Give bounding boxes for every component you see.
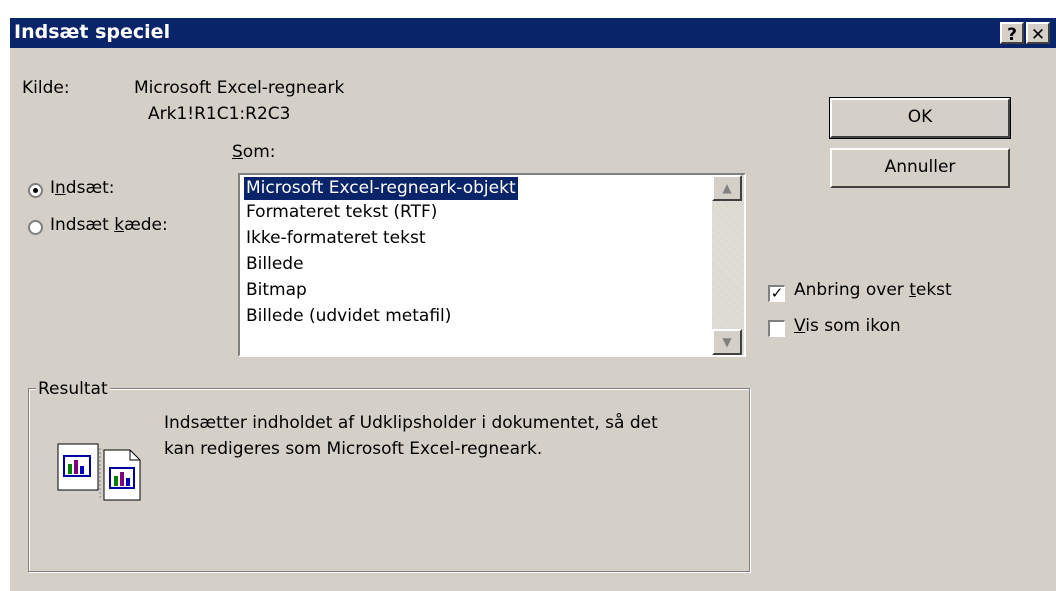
list-scrollbar[interactable]: ▲ ▼ bbox=[712, 175, 744, 355]
radio-selected-dot bbox=[33, 188, 38, 193]
title-bar[interactable]: Indsæt speciel ? ✕ bbox=[10, 18, 1056, 48]
paste-link-radio-label[interactable]: Indsæt kæde: bbox=[50, 215, 168, 235]
list-item[interactable]: Formateret tekst (RTF) bbox=[244, 201, 439, 224]
as-label: Som: bbox=[232, 142, 276, 162]
scroll-up-icon[interactable]: ▲ bbox=[712, 175, 742, 201]
close-button[interactable]: ✕ bbox=[1026, 22, 1050, 45]
paste-link-radio[interactable] bbox=[28, 220, 43, 235]
paste-special-dialog: Indsæt speciel ? ✕ Kilde: Microsoft Exce… bbox=[8, 16, 1056, 591]
source-range: Ark1!R1C1:R2C3 bbox=[148, 104, 291, 124]
source-label: Kilde: bbox=[22, 78, 70, 98]
scroll-down-icon[interactable]: ▼ bbox=[712, 329, 742, 355]
dialog-title: Indsæt speciel bbox=[14, 21, 171, 43]
list-item[interactable]: Billede bbox=[244, 253, 306, 276]
result-legend: Resultat bbox=[36, 379, 110, 399]
display-as-icon-checkbox[interactable] bbox=[768, 320, 785, 337]
ok-button[interactable]: OK bbox=[829, 97, 1011, 139]
result-description-line2: kan redigeres som Microsoft Excel-regnea… bbox=[164, 439, 543, 459]
float-over-text-checkbox[interactable]: ✓ bbox=[768, 285, 785, 302]
list-item[interactable]: Bitmap bbox=[244, 279, 309, 302]
source-name: Microsoft Excel-regneark bbox=[134, 78, 345, 98]
list-item[interactable]: Billede (udvidet metafil) bbox=[244, 305, 453, 328]
format-listbox[interactable]: Microsoft Excel-regneark-objekt Formater… bbox=[238, 173, 746, 357]
paste-result-icon bbox=[57, 443, 141, 501]
cancel-button[interactable]: Annuller bbox=[830, 148, 1010, 188]
display-as-icon-label[interactable]: Vis som ikon bbox=[794, 316, 901, 336]
list-item[interactable]: Ikke-formateret tekst bbox=[244, 227, 428, 250]
list-item[interactable]: Microsoft Excel-regneark-objekt bbox=[243, 176, 519, 201]
float-over-text-label[interactable]: Anbring over tekst bbox=[794, 280, 952, 300]
help-button[interactable]: ? bbox=[1000, 22, 1024, 45]
paste-radio-label[interactable]: Indsæt: bbox=[50, 178, 115, 198]
result-description-line1: Indsætter indholdet af Udklipsholder i d… bbox=[164, 413, 658, 433]
paste-radio[interactable] bbox=[28, 183, 43, 198]
